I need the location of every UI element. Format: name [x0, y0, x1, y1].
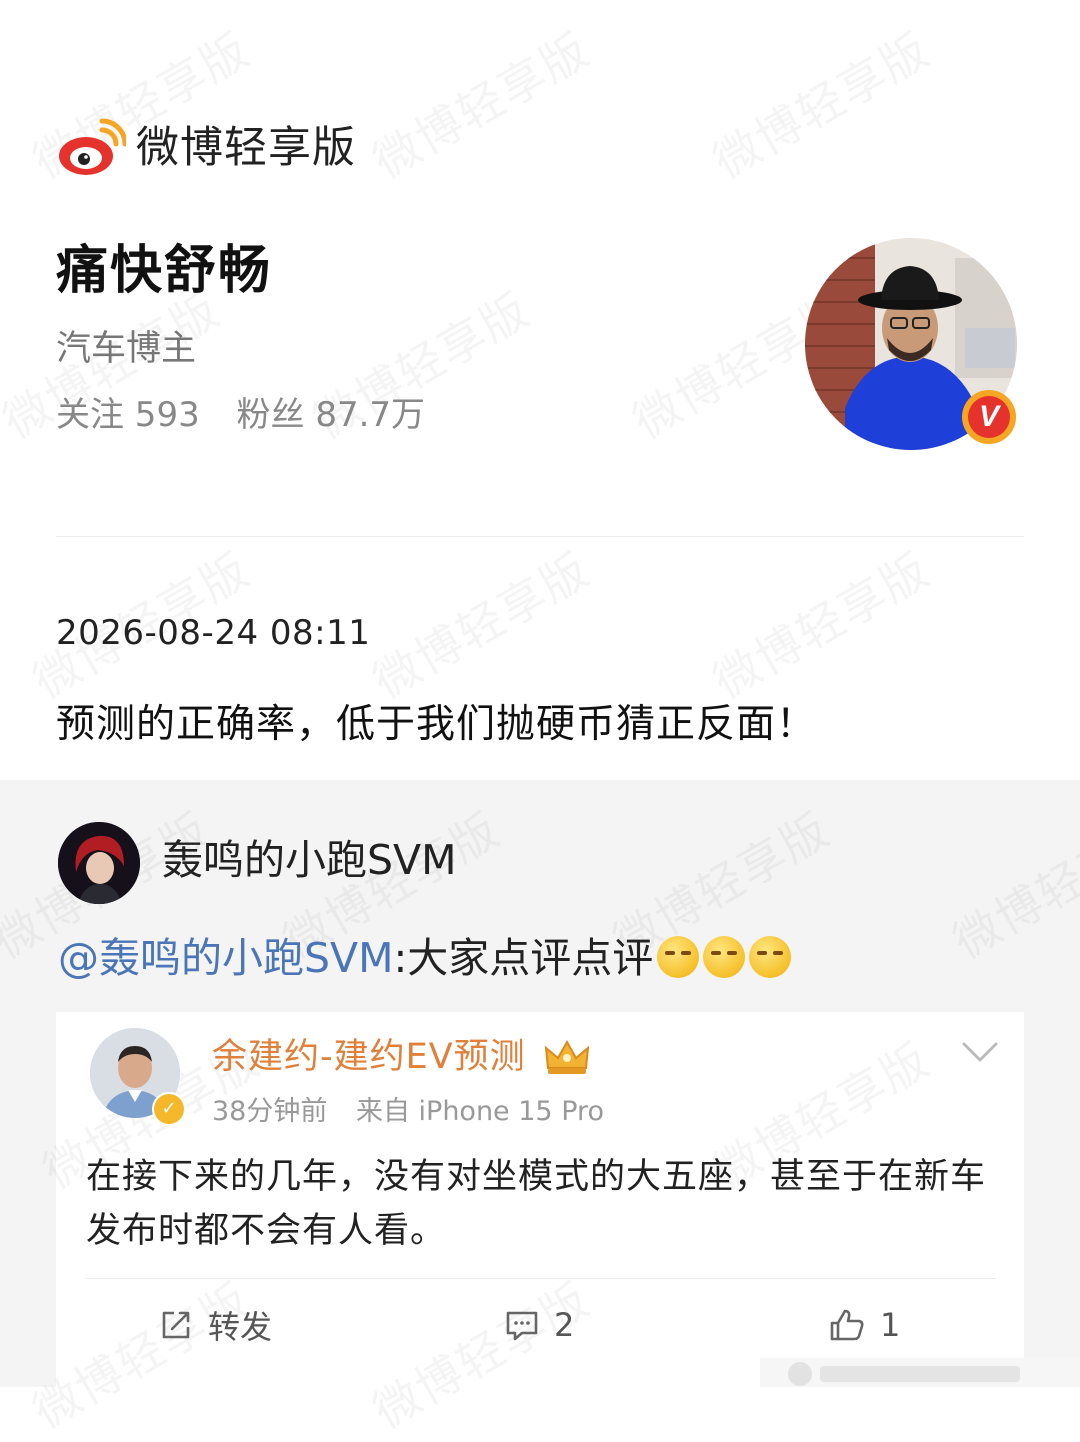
mention-link[interactable]: @轰鸣的小跑SVM	[58, 934, 393, 982]
comment-icon	[506, 1311, 538, 1341]
weibo-logo-icon	[59, 118, 126, 175]
watermark: 微博轻享版	[360, 534, 601, 711]
like-count: 1	[880, 1306, 901, 1344]
original-post-meta: 38分钟前 来自 iPhone 15 Pro	[212, 1092, 624, 1132]
repost-button[interactable]: 转发	[158, 1302, 272, 1348]
comment-count: 2	[554, 1306, 575, 1344]
repost-user-avatar[interactable]	[58, 822, 140, 904]
repost-comment: :大家点评点评	[393, 934, 654, 982]
image-footer-watermark	[760, 1358, 1080, 1387]
following-count[interactable]: 关注 593	[56, 395, 200, 435]
original-post-time: 38分钟前	[212, 1096, 328, 1127]
like-button[interactable]: 1	[828, 1302, 900, 1348]
thinking-emoji-icon	[657, 936, 700, 978]
comment-button[interactable]: 2	[504, 1302, 574, 1348]
divider	[86, 1278, 996, 1279]
original-post-source: 来自 iPhone 15 Pro	[355, 1096, 605, 1127]
crown-icon	[544, 1039, 590, 1074]
watermark: 微博轻享版	[700, 534, 941, 711]
share-icon	[162, 1311, 190, 1339]
thumbs-up-icon	[830, 1309, 864, 1341]
thinking-emoji-icon	[749, 936, 792, 978]
profile-role: 汽车博主	[56, 329, 197, 369]
repost-user-name[interactable]: 轰鸣的小跑SVM	[162, 832, 456, 888]
repost-label: 转发	[208, 1308, 273, 1346]
watermark: 微博轻享版	[700, 14, 941, 191]
repost-text: @轰鸣的小跑SVM:大家点评点评	[58, 930, 792, 986]
chevron-down-icon[interactable]	[960, 1040, 1000, 1064]
verified-badge-icon: ✓	[152, 1092, 186, 1126]
app-title: 微博轻享版	[136, 123, 356, 173]
profile-name[interactable]: 痛快舒畅	[56, 238, 272, 304]
divider	[56, 536, 1024, 537]
profile-stats: 关注 593 粉丝 87.7万	[56, 392, 451, 438]
thinking-emoji-icon	[703, 936, 746, 978]
post-timestamp: 2026-08-24 08:11	[56, 613, 371, 653]
original-post-text: 在接下来的几年，没有对坐模式的大五座，甚至于在新车发布时都不会有人看。	[86, 1157, 987, 1251]
watermark: 微博轻享版	[360, 14, 601, 191]
post-text: 预测的正确率，低于我们抛硬币猜正反面！	[56, 702, 817, 747]
original-author-name[interactable]: 余建约-建约EV预测	[212, 1034, 526, 1080]
verified-badge-icon: V	[962, 390, 1016, 444]
followers-count[interactable]: 粉丝 87.7万	[237, 395, 426, 435]
